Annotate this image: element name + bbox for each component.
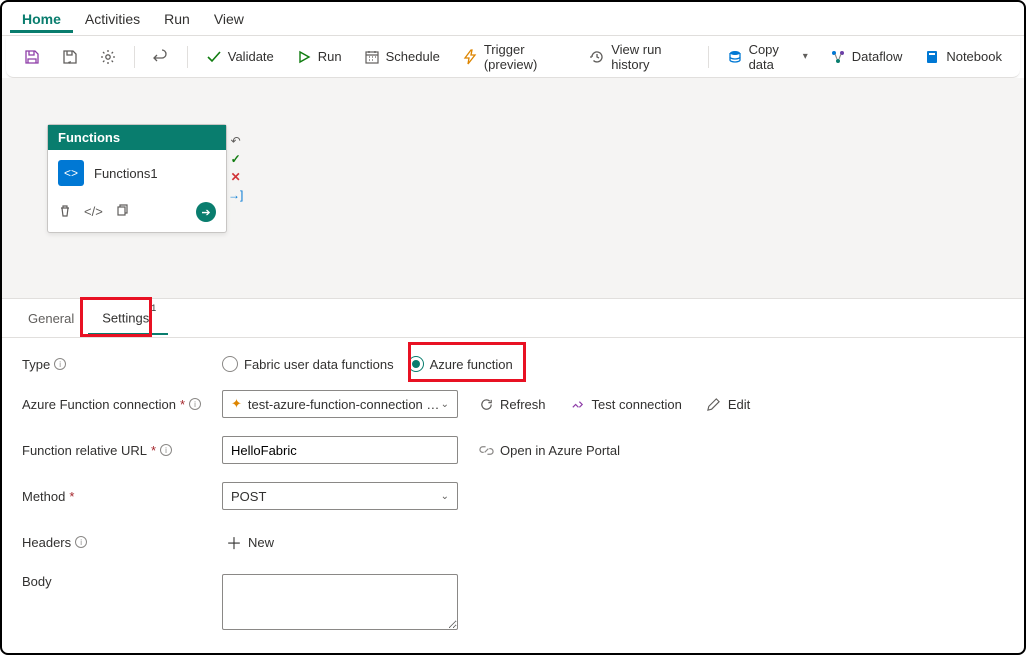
skip-handle-icon[interactable]: →] [228,188,243,202]
copy-data-button[interactable]: Copy data ▾ [719,38,816,76]
bolt-icon [462,49,478,65]
copy-icon[interactable] [115,204,129,221]
url-input-wrap [222,436,458,464]
spark-icon: ✦ [231,396,242,412]
save-button[interactable] [16,45,48,69]
save-as-icon [62,49,78,65]
save-icon [24,49,40,65]
undo-handle-icon[interactable]: ↶ [231,134,241,148]
fail-handle-icon[interactable]: ✕ [231,170,241,184]
dataflow-button[interactable]: Dataflow [822,45,911,69]
method-select[interactable]: POST ⌄ [222,482,458,510]
run-label: Run [318,49,342,64]
code-icon[interactable]: </> [84,204,103,221]
link-icon [478,442,494,458]
chevron-down-icon: ▾ [803,51,808,62]
type-label: Type [22,357,50,372]
info-icon[interactable]: i [160,444,172,456]
schedule-button[interactable]: Schedule [356,45,448,69]
trigger-label: Trigger (preview) [484,42,567,72]
toolbar: Validate Run Schedule Trigger (preview) … [6,36,1020,78]
settings-form: Type i Fabric user data functions Azure … [2,338,1024,666]
refresh-button[interactable]: Refresh [474,394,550,414]
notebook-button[interactable]: Notebook [916,45,1010,69]
plus-icon: ＋ [226,530,242,554]
info-icon[interactable]: i [189,398,201,410]
activity-run-icon[interactable]: ➔ [196,202,216,222]
play-icon [296,49,312,65]
gear-icon [100,49,116,65]
method-label: Method [22,489,65,504]
body-label: Body [22,574,52,589]
tab-run[interactable]: Run [152,5,202,33]
check-icon [206,49,222,65]
tab-activities[interactable]: Activities [73,5,152,33]
copy-data-label: Copy data [749,42,797,72]
activity-name: Functions1 [94,166,158,181]
activity-header: Functions [48,125,226,150]
history-icon [589,49,605,65]
settings-button[interactable] [92,45,124,69]
connection-label: Azure Function connection [22,397,176,412]
body-textarea[interactable] [222,574,458,630]
calendar-icon [364,49,380,65]
copy-data-icon [727,49,743,65]
open-portal-button[interactable]: Open in Azure Portal [474,440,624,460]
activity-card[interactable]: Functions <> Functions1 </> ➔ [47,124,227,233]
trigger-button[interactable]: Trigger (preview) [454,38,575,76]
activity-side-handles: ↶ ✓ ✕ →] [228,134,243,202]
history-button[interactable]: View run history [581,38,698,76]
dataflow-icon [830,49,846,65]
tab-general[interactable]: General [14,303,88,334]
radio-fabric-label: Fabric user data functions [244,357,394,372]
new-header-button[interactable]: ＋ New [222,528,278,556]
pipeline-canvas[interactable]: Functions <> Functions1 </> ➔ ↶ ✓ ✕ →] [2,78,1024,298]
edit-button[interactable]: Edit [702,394,754,414]
dataflow-label: Dataflow [852,49,903,64]
undo-button[interactable] [145,45,177,69]
undo-icon [153,49,169,65]
pencil-icon [706,396,722,412]
chevron-down-icon: ⌄ [441,399,449,410]
history-label: View run history [611,42,690,72]
tab-view[interactable]: View [202,5,256,33]
connection-select[interactable]: ✦ test-azure-function-connection s... ⌄ [222,390,458,418]
ribbon-tabs: Home Activities Run View [2,2,1024,36]
test-icon [570,396,586,412]
connection-value: test-azure-function-connection s... [248,397,441,412]
info-icon[interactable]: i [54,358,66,370]
info-icon[interactable]: i [75,536,87,548]
refresh-icon [478,396,494,412]
success-handle-icon[interactable]: ✓ [231,152,241,166]
highlight-settings [80,297,152,337]
highlight-azure-function [408,342,526,382]
property-tabs: General Settings1 [2,298,1024,338]
validate-label: Validate [228,49,274,64]
radio-fabric-functions[interactable]: Fabric user data functions [222,356,394,372]
schedule-label: Schedule [386,49,440,64]
test-connection-button[interactable]: Test connection [566,394,686,414]
chevron-down-icon: ⌄ [441,491,449,502]
run-button[interactable]: Run [288,45,350,69]
save-as-button[interactable] [54,45,86,69]
url-input[interactable] [231,443,449,458]
delete-icon[interactable] [58,204,72,221]
url-label: Function relative URL [22,443,147,458]
headers-label: Headers [22,535,71,550]
method-value: POST [231,489,266,504]
notebook-label: Notebook [946,49,1002,64]
notebook-icon [924,49,940,65]
validate-button[interactable]: Validate [198,45,282,69]
function-icon: <> [58,160,84,186]
tab-home[interactable]: Home [10,5,73,33]
